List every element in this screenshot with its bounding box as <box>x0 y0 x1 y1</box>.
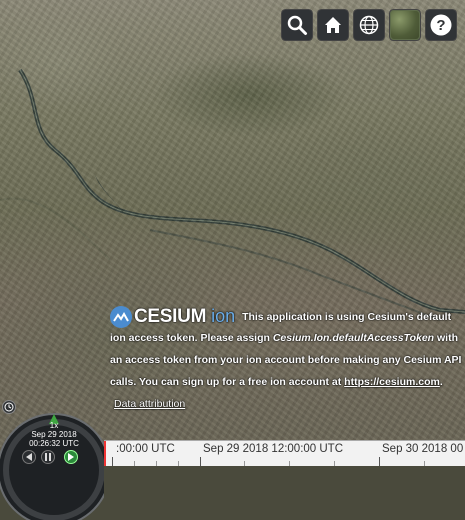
animation-time: 00:26:32 UTC <box>29 439 79 448</box>
svg-text:?: ? <box>436 17 445 34</box>
token-message-code: Cesium.Ion.defaultAccessToken <box>272 332 435 345</box>
timeline-tick-label: Sep 29 2018 12:00:00 UTC <box>203 443 344 455</box>
help-button[interactable]: ? <box>425 9 457 41</box>
realtime-clock-button[interactable] <box>2 400 16 414</box>
home-icon <box>325 17 341 33</box>
home-button[interactable] <box>317 9 349 41</box>
logo-ion-text: ion <box>211 306 236 327</box>
cesium-signup-link[interactable]: https://cesium.com <box>344 376 440 388</box>
animation-date: Sep 29 2018 <box>31 430 77 439</box>
geocoder-search-button[interactable] <box>281 9 313 41</box>
link-suffix: . <box>439 375 443 388</box>
data-attribution-link[interactable]: Data attribution <box>114 398 185 410</box>
timeline-minor-tick <box>244 461 245 466</box>
globe-icon <box>359 15 379 35</box>
play-button[interactable] <box>64 450 78 464</box>
timeline-tick-label: :00:00 UTC <box>116 443 175 455</box>
timeline-minor-tick <box>334 461 335 466</box>
logo-wordmark: CESIUM <box>134 306 207 328</box>
question-mark-icon: ? <box>430 14 452 36</box>
timeline[interactable]: :00:00 UTC Sep 29 2018 12:00:00 UTC Sep … <box>104 440 465 466</box>
reverse-icon <box>26 453 32 461</box>
cesium-ion-logo[interactable]: CESIUM ion <box>110 306 235 328</box>
timeline-tick-label: Sep 30 2018 00 <box>382 443 464 455</box>
timeline-minor-tick <box>289 461 290 466</box>
play-reverse-button[interactable] <box>22 450 36 464</box>
timeline-minor-tick <box>178 461 179 466</box>
pause-icon <box>45 453 51 461</box>
clock-icon <box>4 402 14 412</box>
timeline-minor-tick <box>424 461 425 466</box>
search-icon <box>287 15 307 35</box>
timeline-minor-tick <box>156 461 157 466</box>
toolbar: ? <box>281 9 457 41</box>
imagery-thumbnail-icon <box>391 11 419 39</box>
scene-mode-button[interactable] <box>353 9 385 41</box>
animation-speed: 1x <box>49 421 59 430</box>
play-icon <box>68 453 74 461</box>
cesium-logo-icon <box>110 306 132 328</box>
ion-token-credit: CESIUM ion This application is using Cesi… <box>110 306 462 415</box>
timeline-minor-tick <box>134 461 135 466</box>
animation-widget: 1x Sep 29 2018 00:26:32 UTC <box>0 400 104 520</box>
timeline-needle[interactable] <box>104 441 106 466</box>
base-layer-picker-button[interactable] <box>389 9 421 41</box>
pause-button[interactable] <box>41 450 55 464</box>
